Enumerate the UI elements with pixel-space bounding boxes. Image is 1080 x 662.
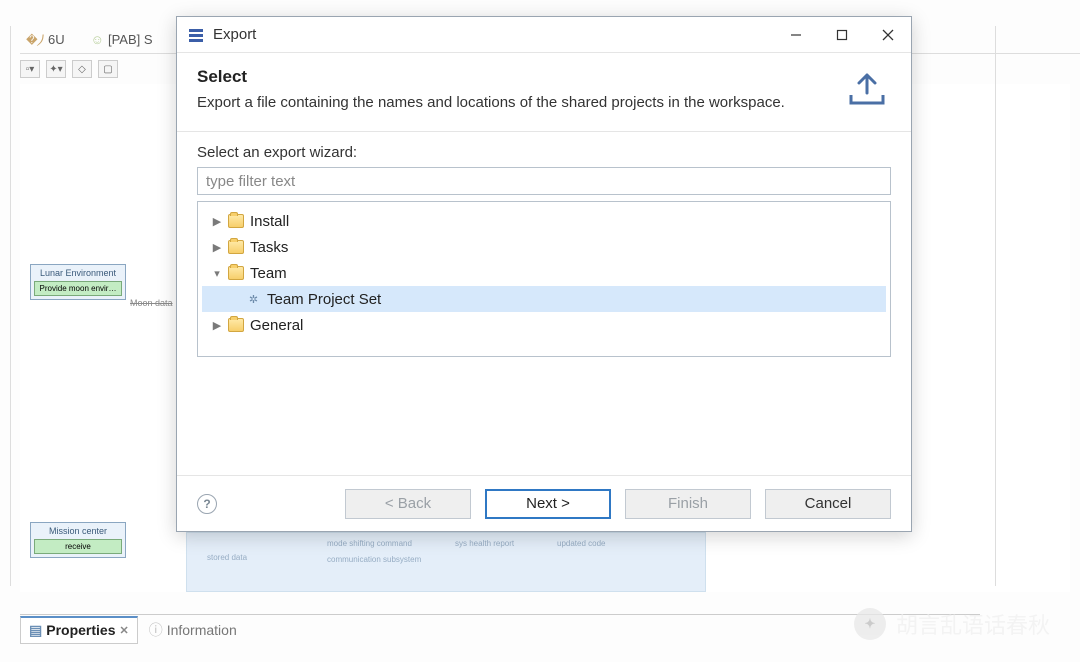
minimize-icon (790, 29, 802, 41)
dialog-description: Export a file containing the names and l… (197, 93, 797, 113)
tab-information[interactable]: ⓘ Information (140, 615, 246, 645)
dialog-body: Select an export wizard: ▶ Install ▶ Tas… (177, 132, 911, 361)
editor-tab-pab[interactable]: ☺ [PAB] S (85, 30, 159, 49)
tab-label: Properties (46, 622, 115, 638)
dialog-header: Select Export a file containing the name… (177, 53, 911, 132)
info-icon: ⓘ (149, 620, 163, 640)
person-icon: ☺ (91, 32, 104, 47)
diagram-block-mission[interactable]: Mission center receive (30, 522, 126, 558)
wizard-tree[interactable]: ▶ Install ▶ Tasks ▾ Team ✲ Team Project … (197, 201, 891, 357)
cancel-button[interactable]: Cancel (765, 489, 891, 519)
diagram-strip: stored data mode shifting command commun… (186, 532, 706, 592)
tree-label: Team Project Set (265, 291, 383, 308)
chevron-right-icon[interactable]: ▶ (210, 215, 224, 228)
toolbar-button-3[interactable]: ◇ (72, 60, 92, 78)
tree-item-tasks[interactable]: ▶ Tasks (202, 234, 886, 260)
wechat-icon: ✦ (854, 608, 886, 640)
diagram-block-lunar[interactable]: Lunar Environment Provide moon envir… (30, 264, 126, 300)
button-label: Cancel (805, 495, 852, 512)
editor-tab-label: 6U (48, 32, 65, 47)
folder-icon (228, 240, 244, 254)
folder-icon (228, 214, 244, 228)
select-wizard-label: Select an export wizard: (197, 144, 891, 161)
maximize-icon (836, 29, 848, 41)
dialog-heading: Select (197, 67, 891, 87)
dialog-title: Export (213, 26, 773, 43)
tree-label: Team (248, 265, 289, 282)
strip-label: mode shifting command (327, 539, 412, 548)
strip-label: communication subsystem (327, 555, 421, 564)
tree-item-general[interactable]: ▶ General (202, 312, 886, 338)
close-button[interactable] (865, 20, 911, 50)
divider (10, 26, 11, 586)
toolbar-button-1[interactable]: ▫▾ (20, 60, 40, 78)
help-button[interactable]: ? (197, 494, 217, 514)
button-label: Finish (668, 495, 708, 512)
minimize-button[interactable] (773, 20, 819, 50)
close-icon (882, 29, 894, 41)
maximize-button[interactable] (819, 20, 865, 50)
strip-label: updated code (557, 539, 606, 548)
block-title: Mission center (34, 526, 122, 536)
next-button[interactable]: Next > (485, 489, 611, 519)
editor-toolbar: ▫▾ ✦▾ ◇ ▢ (20, 58, 118, 80)
tree-label: Tasks (248, 239, 290, 256)
edge-label: Moon data (130, 298, 173, 308)
watermark: ✦ 胡言乱语话春秋 (854, 608, 1050, 640)
folder-icon (228, 266, 244, 280)
strip-label: sys health report (455, 539, 514, 548)
tab-properties[interactable]: ▤ Properties ✕ (20, 616, 138, 644)
tree-item-team[interactable]: ▾ Team (202, 260, 886, 286)
editor-tab-6u[interactable]: �⵰ 6U (20, 30, 71, 50)
block-inner: receive (34, 539, 122, 554)
strip-label: stored data (207, 553, 247, 562)
watermark-text: 胡言乱语话春秋 (896, 608, 1050, 640)
toolbar-button-4[interactable]: ▢ (98, 60, 118, 78)
folder-icon (228, 318, 244, 332)
filter-input[interactable] (197, 167, 891, 195)
tree-label: Install (248, 213, 291, 230)
button-label: < Back (385, 495, 431, 512)
tree-item-team-project-set[interactable]: ✲ Team Project Set (202, 286, 886, 312)
app-icon (187, 26, 205, 44)
chevron-down-icon[interactable]: ▾ (210, 267, 224, 280)
close-icon[interactable]: ✕ (119, 624, 128, 637)
button-label: Next > (526, 495, 570, 512)
project-set-icon: ✲ (246, 292, 261, 307)
tree-label: General (248, 317, 305, 334)
help-icon: ? (203, 497, 210, 511)
divider (995, 26, 996, 586)
back-button[interactable]: < Back (345, 489, 471, 519)
chevron-right-icon[interactable]: ▶ (210, 319, 224, 332)
editor-tab-label: [PAB] S (108, 32, 153, 47)
block-inner: Provide moon envir… (34, 281, 122, 296)
tab-label: Information (167, 622, 237, 638)
export-dialog: Export Select Export a file containing t… (176, 16, 912, 532)
export-icon (845, 69, 889, 109)
toolbar-button-2[interactable]: ✦▾ (46, 60, 66, 78)
block-title: Lunar Environment (34, 268, 122, 278)
dialog-titlebar[interactable]: Export (177, 17, 911, 53)
tree-item-install[interactable]: ▶ Install (202, 208, 886, 234)
bottom-view-tabs: ▤ Properties ✕ ⓘ Information (20, 614, 980, 644)
properties-icon: ▤ (29, 622, 42, 639)
dialog-button-bar: ? < Back Next > Finish Cancel (177, 475, 911, 531)
finish-button[interactable]: Finish (625, 489, 751, 519)
diagram-icon: �⵰ (26, 32, 44, 48)
chevron-right-icon[interactable]: ▶ (210, 241, 224, 254)
